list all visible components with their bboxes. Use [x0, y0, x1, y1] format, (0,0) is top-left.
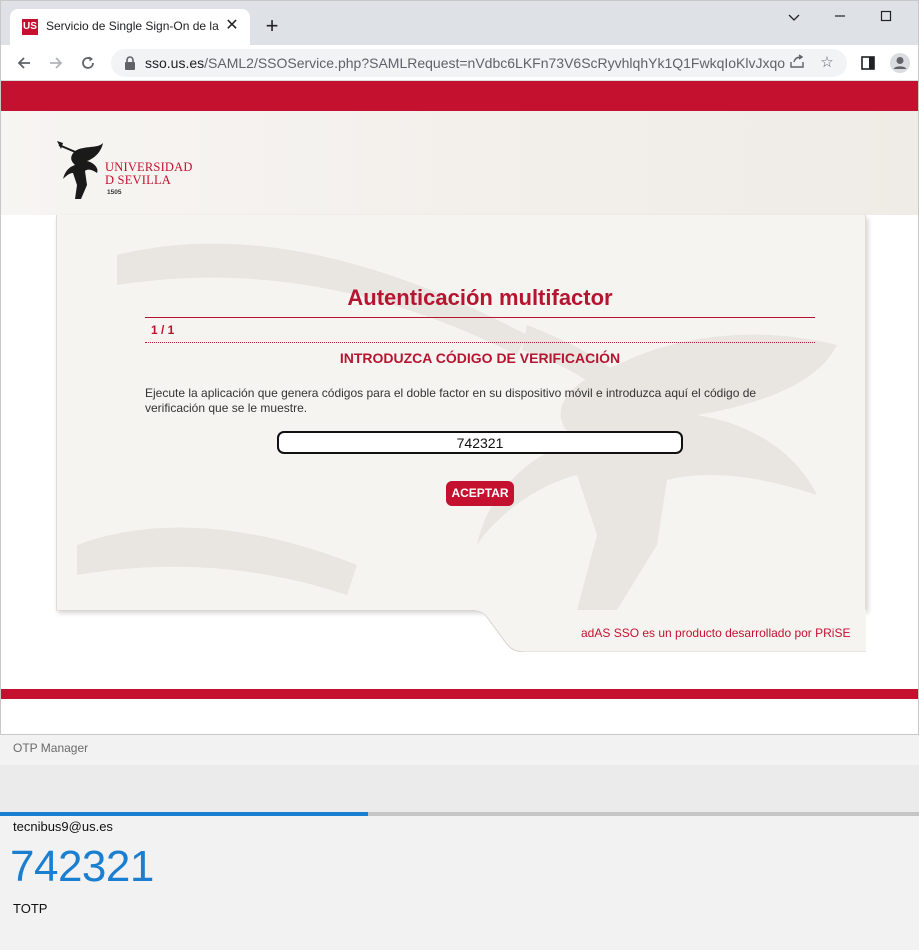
- side-panel-icon[interactable]: [855, 50, 881, 76]
- otp-time-progress: [0, 812, 919, 816]
- logo-year: 1505: [107, 189, 122, 196]
- maximize-icon[interactable]: [863, 7, 909, 29]
- profile-icon[interactable]: [887, 50, 913, 76]
- otp-time-progress-fill: [0, 812, 368, 816]
- minimize-icon[interactable]: [817, 7, 863, 29]
- share-icon[interactable]: [787, 53, 807, 73]
- title-divider: [145, 317, 815, 318]
- tab-title: Servicio de Single Sign-On de la Univers…: [46, 19, 222, 33]
- university-logo[interactable]: UNIVERSIDAD D SEVILLA 1505: [57, 139, 197, 203]
- logo-line-2: D SEVILLA: [105, 173, 172, 187]
- page-title: Autenticación multifactor: [347, 285, 613, 310]
- reload-icon[interactable]: [75, 50, 101, 76]
- section-subtitle: INTRODUZCA CÓDIGO DE VERIFICACIÓN: [339, 350, 621, 366]
- address-bar[interactable]: sso.us.es/SAML2/SSOService.php?SAMLReque…: [111, 49, 847, 77]
- otp-account-name: tecnibus9@us.es: [13, 819, 113, 834]
- otp-window-title: OTP Manager: [13, 741, 89, 755]
- forward-arrow-icon[interactable]: [43, 50, 69, 76]
- page-header: UNIVERSIDAD D SEVILLA 1505: [1, 111, 918, 215]
- browser-window: US Servicio de Single Sign-On de la Univ…: [0, 0, 919, 735]
- favicon-icon: US: [22, 19, 38, 35]
- step-indicator: 1 / 1: [151, 323, 175, 337]
- brand-bottom-bar: [1, 689, 918, 699]
- browser-tab[interactable]: US Servicio de Single Sign-On de la Univ…: [10, 9, 250, 45]
- back-arrow-icon[interactable]: [11, 50, 37, 76]
- step-divider: [145, 342, 815, 343]
- url-path: /SAML2/SSOService.php?SAMLRequest=nVdbc6…: [204, 55, 785, 71]
- plus-icon[interactable]: +: [259, 13, 285, 39]
- tab-strip: US Servicio de Single Sign-On de la Univ…: [1, 1, 918, 45]
- logo-text: UNIVERSIDAD D SEVILLA: [105, 161, 193, 187]
- auth-card: Autenticación multifactor 1 / 1 INTRODUZ…: [56, 215, 866, 610]
- otp-toolbar-area: [0, 765, 919, 813]
- url-text: sso.us.es/SAML2/SSOService.php?SAMLReque…: [145, 55, 785, 71]
- url-host: sso.us.es: [145, 55, 205, 71]
- otp-type: TOTP: [13, 901, 48, 916]
- lock-icon[interactable]: [123, 55, 137, 71]
- otp-code[interactable]: 742321: [10, 842, 154, 892]
- footer-credits: adAS SSO es un producto desarrollado por…: [581, 626, 851, 640]
- chevron-down-icon[interactable]: [771, 7, 817, 29]
- brand-top-bar: [1, 81, 918, 111]
- close-icon[interactable]: ✕: [222, 16, 242, 36]
- angel-emblem-icon: [57, 141, 103, 199]
- otp-manager-window: OTP Manager tecnibus9@us.es 742321 TOTP: [0, 735, 919, 950]
- accept-button[interactable]: ACEPTAR: [446, 481, 514, 506]
- star-icon[interactable]: ☆: [817, 53, 837, 73]
- instructions-text: Ejecute la aplicación que genera códigos…: [145, 386, 757, 415]
- browser-toolbar: sso.us.es/SAML2/SSOService.php?SAMLReque…: [1, 45, 918, 81]
- verification-code-input[interactable]: [277, 431, 683, 454]
